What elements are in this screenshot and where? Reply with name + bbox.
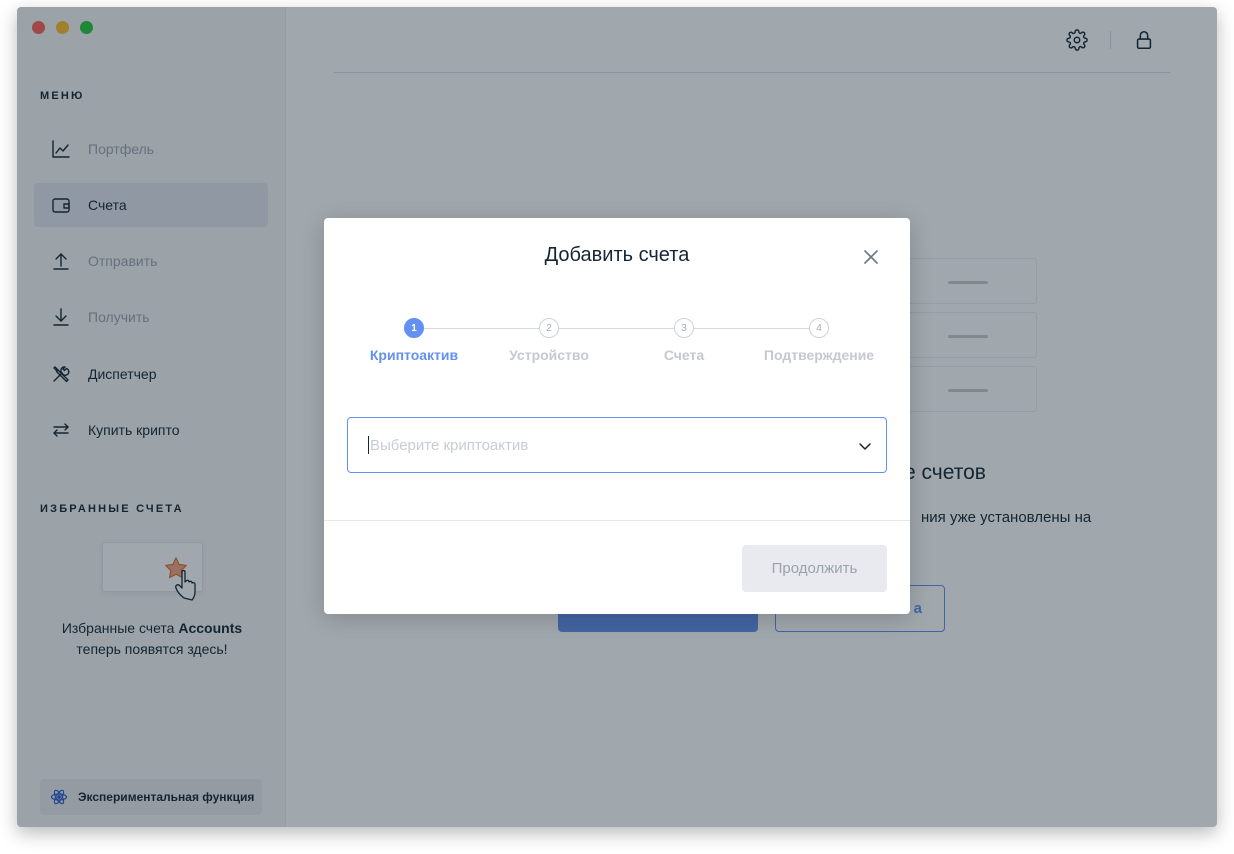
modal-title: Добавить счета — [544, 244, 690, 266]
continue-button[interactable]: Продолжить — [742, 545, 887, 592]
chevron-down-icon[interactable] — [858, 439, 872, 453]
select-placeholder: Выберите криптоактив — [370, 436, 529, 454]
step-label: Устройство — [509, 347, 589, 363]
step-label: Счета — [663, 347, 705, 363]
modal-divider — [324, 520, 910, 521]
step-label: Криптоактив — [369, 347, 459, 363]
step-number: 3 — [674, 318, 694, 338]
crypto-asset-select[interactable]: Выберите криптоактив — [347, 417, 887, 473]
step-number: 1 — [404, 318, 424, 338]
close-icon[interactable] — [862, 248, 880, 266]
step-device: 2 Устройство — [479, 318, 619, 363]
text-cursor — [368, 436, 369, 454]
step-label: Подтверждение — [763, 347, 875, 363]
step-confirmation: 4 Подтверждение — [749, 318, 889, 363]
step-crypto-asset: 1 Криптоактив — [344, 318, 484, 363]
step-number: 2 — [539, 318, 559, 338]
add-accounts-modal: Добавить счета 1 Криптоактив 2 Устройств… — [324, 218, 910, 614]
stepper: 1 Криптоактив 2 Устройство 3 Счета 4 Под… — [369, 318, 874, 378]
app-window: МЕНЮ Портфель Счета Отправить Получить Д… — [17, 7, 1217, 827]
step-number: 4 — [809, 318, 829, 338]
step-accounts: 3 Счета — [614, 318, 754, 363]
